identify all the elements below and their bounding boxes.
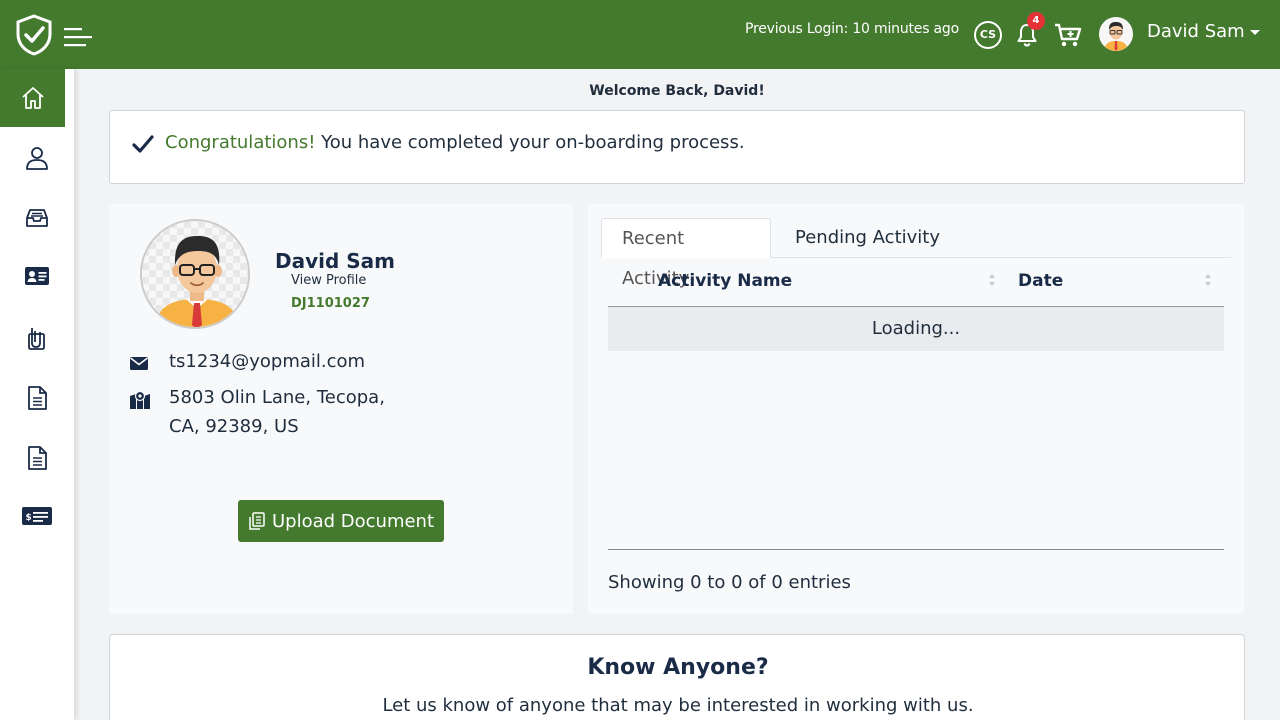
profile-card: David Sam View Profile DJ1101027 ts1234@… xyxy=(109,204,573,614)
profile-id: DJ1101027 xyxy=(291,296,370,311)
sidebar-item-home[interactable] xyxy=(0,69,65,127)
user-avatar[interactable] xyxy=(1099,17,1133,51)
chevron-down-icon[interactable] xyxy=(1250,30,1260,35)
referral-card: Know Anyone? Let us know of anyone that … xyxy=(109,634,1245,720)
sidebar-item-id-card[interactable] xyxy=(0,247,74,305)
profile-avatar xyxy=(140,219,250,329)
activity-card: Recent Activity Pending Activity Activit… xyxy=(588,204,1244,614)
referral-title: Know Anyone? xyxy=(587,655,769,680)
envelope-icon xyxy=(130,357,148,370)
sort-icon[interactable] xyxy=(1203,270,1213,290)
previous-login-text: Previous Login: 10 minutes ago xyxy=(745,21,959,37)
profile-email: ts1234@yopmail.com xyxy=(169,351,366,372)
sidebar-item-profile[interactable] xyxy=(0,129,74,187)
notification-count-badge: 4 xyxy=(1027,12,1045,30)
profile-name: David Sam xyxy=(275,249,396,273)
column-header-activity-name[interactable]: Activity Name xyxy=(658,271,792,291)
home-icon xyxy=(21,87,44,109)
tab-recent-activity[interactable]: Recent Activity xyxy=(601,218,771,289)
top-header: Previous Login: 10 minutes ago CS 4 Davi… xyxy=(0,0,1280,69)
sidebar-item-payment[interactable]: $ xyxy=(0,487,74,545)
payment-card-icon: $ xyxy=(22,507,52,525)
id-card-icon xyxy=(25,267,49,285)
sidebar: $ xyxy=(0,69,74,720)
alert-highlight: Congratulations! xyxy=(165,132,316,153)
tab-pending-activity[interactable]: Pending Activity xyxy=(775,218,960,258)
referral-subtitle: Let us know of anyone that may be intere… xyxy=(382,695,974,716)
header-username[interactable]: David Sam xyxy=(1147,21,1245,42)
table-entries-info: Showing 0 to 0 of 0 entries xyxy=(608,572,851,593)
user-icon xyxy=(26,147,48,170)
alert-message: Congratulations! You have completed your… xyxy=(165,132,745,153)
copy-document-icon xyxy=(249,512,265,530)
sidebar-item-inbox[interactable] xyxy=(0,189,74,247)
onboarding-complete-alert: Congratulations! You have completed your… xyxy=(109,110,1245,184)
map-icon xyxy=(130,390,150,409)
svg-text:$: $ xyxy=(26,513,32,523)
sort-icon[interactable] xyxy=(987,270,997,290)
inbox-icon xyxy=(26,209,48,227)
shield-check-logo-icon[interactable] xyxy=(14,14,54,56)
clipboard-icon xyxy=(28,328,45,350)
upload-document-button[interactable]: Upload Document xyxy=(238,500,444,542)
document-icon xyxy=(28,386,47,410)
check-icon xyxy=(132,135,154,153)
cart-icon[interactable] xyxy=(1054,22,1082,48)
column-header-date[interactable]: Date xyxy=(1018,271,1063,291)
menu-toggle-icon[interactable] xyxy=(64,26,92,48)
table-loading-row: Loading... xyxy=(608,307,1224,351)
table-bottom-divider xyxy=(608,549,1224,550)
sidebar-item-documents-clip[interactable] xyxy=(0,309,74,367)
welcome-heading: Welcome Back, David! xyxy=(589,83,765,99)
customer-support-icon[interactable]: CS xyxy=(974,21,1002,49)
document-icon xyxy=(28,446,47,470)
tab-divider xyxy=(771,257,1231,258)
view-profile-link[interactable]: View Profile xyxy=(291,273,366,288)
alert-body: You have completed your on-boarding proc… xyxy=(315,132,745,153)
profile-address-line2: CA, 92389, US xyxy=(169,416,299,437)
sidebar-item-document-1[interactable] xyxy=(0,369,74,427)
profile-address-line1: 5803 Olin Lane, Tecopa, xyxy=(169,387,385,408)
upload-document-label: Upload Document xyxy=(271,510,435,532)
sidebar-item-document-2[interactable] xyxy=(0,429,74,487)
